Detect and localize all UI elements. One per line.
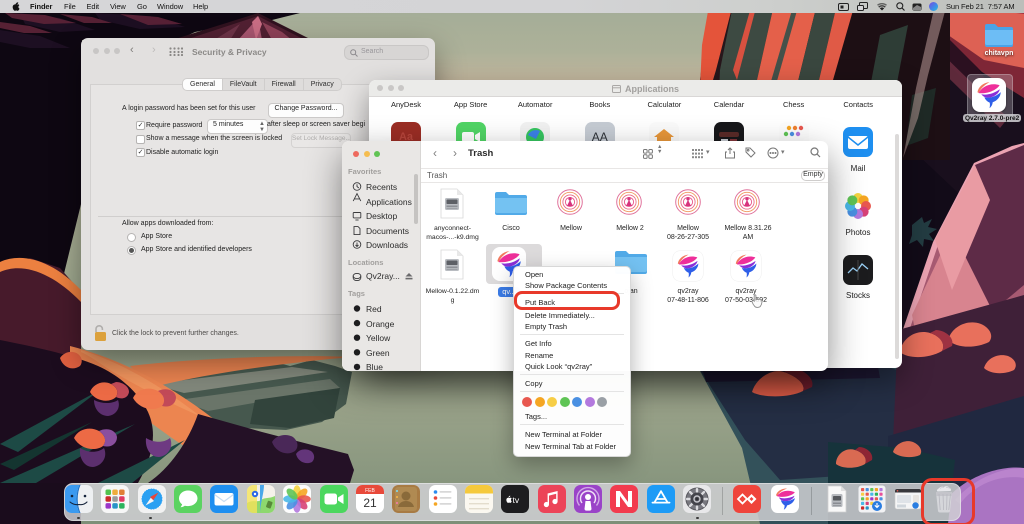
- svg-text:tv: tv: [513, 495, 520, 505]
- svg-text:21: 21: [363, 496, 377, 510]
- svg-text:FEB: FEB: [365, 488, 375, 494]
